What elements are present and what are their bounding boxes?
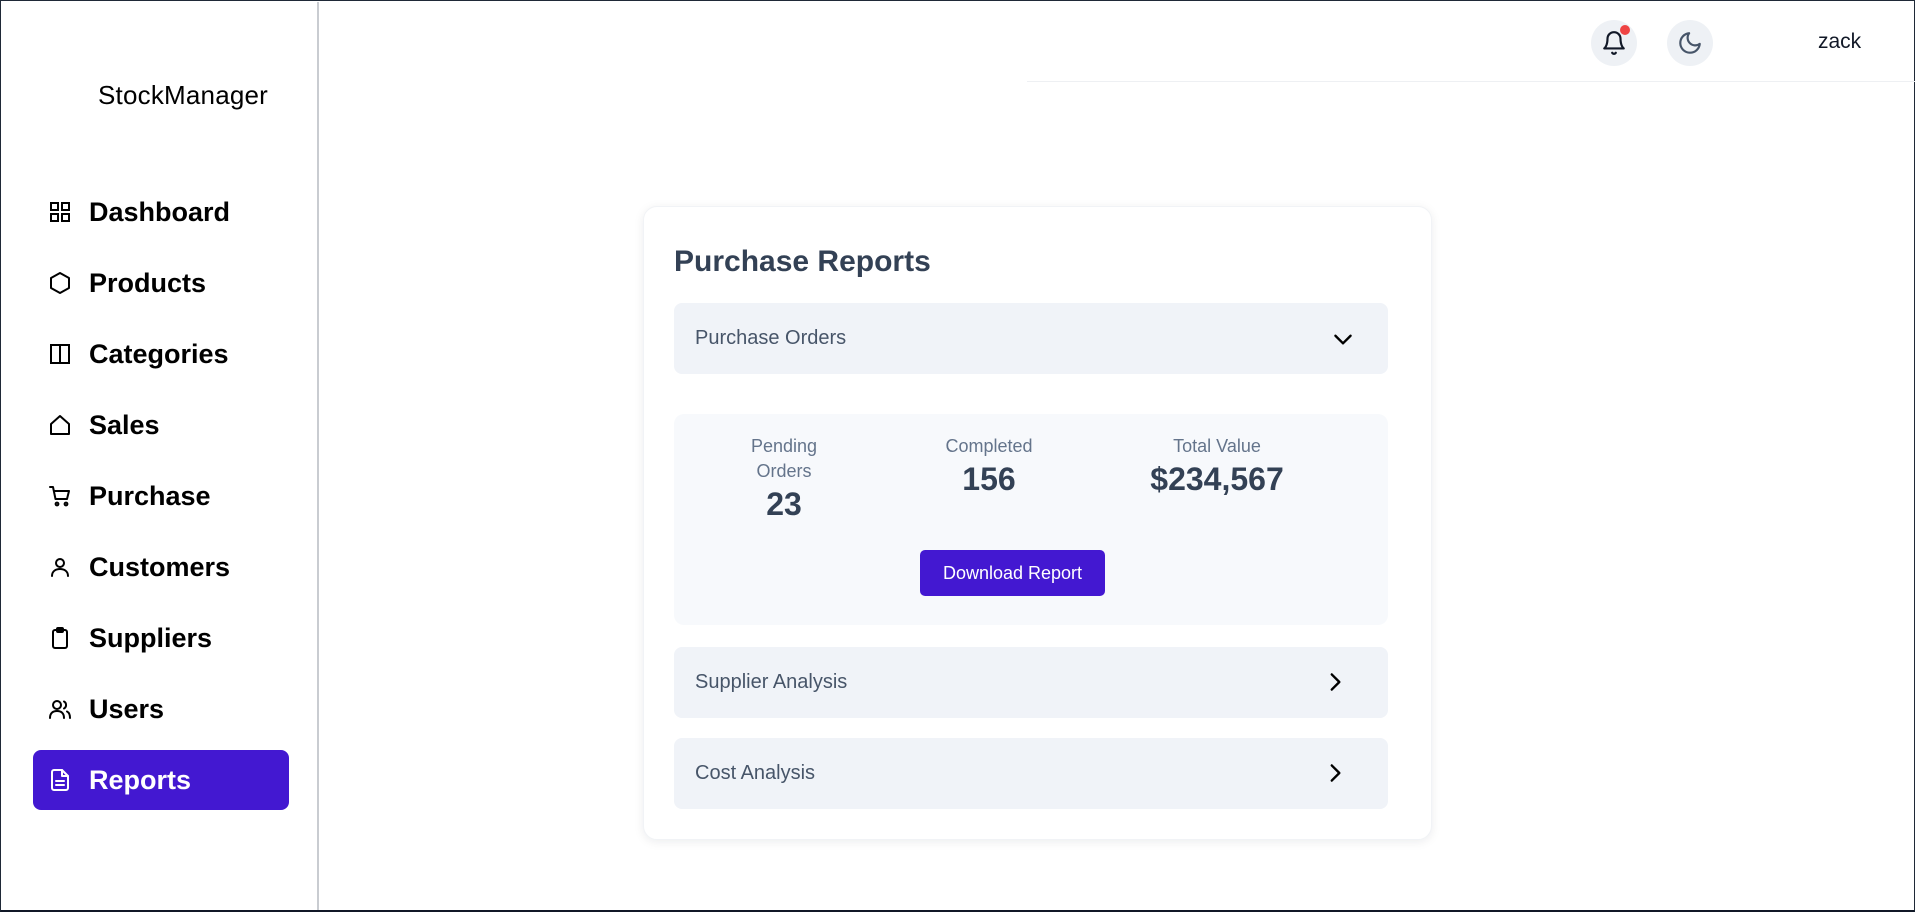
app-window: StockManager Dashboard Products Categori… [0, 0, 1915, 912]
sidebar: StockManager Dashboard Products Categori… [2, 2, 319, 910]
accordion-label: Supplier Analysis [695, 671, 848, 693]
columns-icon [47, 341, 73, 367]
cart-icon [47, 483, 73, 509]
stat-label: Total Value [1173, 436, 1261, 456]
sidebar-item-label: Reports [89, 764, 192, 795]
stat-label: Completed [945, 436, 1033, 456]
sidebar-item-label: Purchase [89, 480, 211, 511]
accordion-label: Purchase Orders [695, 327, 847, 349]
accordion-cost-analysis[interactable]: Cost Analysis [674, 738, 1388, 809]
brand-name: StockManager [98, 80, 269, 110]
accordion-label: Cost Analysis [695, 762, 816, 784]
sidebar-item-label: Products [89, 267, 207, 298]
chevron-right-icon [1322, 760, 1348, 786]
stat-value: 156 [962, 461, 1016, 497]
stat-label: Pending Orders [750, 436, 818, 481]
sidebar-item-users[interactable]: Users [33, 679, 289, 739]
users-icon [47, 696, 73, 722]
theme-toggle-button[interactable] [1667, 20, 1713, 66]
purchase-reports-card: Purchase Reports Purchase Orders Pending… [643, 206, 1432, 840]
sidebar-item-customers[interactable]: Customers [33, 537, 289, 597]
sidebar-item-suppliers[interactable]: Suppliers [33, 608, 289, 668]
stat-pending-orders: Pending Orders 23 [734, 434, 834, 523]
sidebar-item-purchase[interactable]: Purchase [33, 466, 289, 526]
sidebar-item-label: Categories [89, 338, 229, 369]
sidebar-item-label: Sales [89, 409, 160, 440]
chevron-right-icon [1322, 669, 1348, 695]
accordion-supplier-analysis[interactable]: Supplier Analysis [674, 647, 1388, 718]
sidebar-nav: Dashboard Products Categories Sales Purc… [33, 182, 289, 821]
grid-icon [47, 199, 73, 225]
moon-icon [1677, 30, 1703, 56]
sidebar-item-label: Dashboard [89, 196, 231, 227]
user-menu[interactable]: zack [1818, 30, 1861, 54]
sidebar-item-sales[interactable]: Sales [33, 395, 289, 455]
stat-value: $234,567 [1150, 461, 1284, 497]
download-report-button[interactable]: Download Report [920, 550, 1105, 596]
page-title: Purchase Reports [674, 245, 931, 278]
user-icon [47, 554, 73, 580]
sidebar-item-label: Customers [89, 551, 231, 582]
sidebar-item-label: Suppliers [89, 622, 213, 653]
accordion-purchase-orders[interactable]: Purchase Orders [674, 303, 1388, 374]
notifications-button[interactable] [1591, 20, 1637, 66]
sidebar-item-reports[interactable]: Reports [33, 750, 289, 810]
hexagon-icon [47, 270, 73, 296]
stat-total-value: Total Value $234,567 [1132, 434, 1302, 498]
stat-value: 23 [766, 486, 802, 522]
header-divider [1027, 81, 1915, 82]
file-text-icon [47, 767, 73, 793]
sidebar-item-products[interactable]: Products [33, 253, 289, 313]
stat-completed: Completed 156 [934, 434, 1044, 498]
chevron-down-icon [1330, 326, 1356, 352]
sidebar-item-categories[interactable]: Categories [33, 324, 289, 384]
sidebar-item-dashboard[interactable]: Dashboard [33, 182, 289, 242]
sidebar-item-label: Users [89, 693, 165, 724]
clipboard-icon [47, 625, 73, 651]
notification-dot [1620, 25, 1630, 35]
home-icon [47, 412, 73, 438]
purchase-orders-panel: Pending Orders 23 Completed 156 Total Va… [674, 414, 1388, 625]
